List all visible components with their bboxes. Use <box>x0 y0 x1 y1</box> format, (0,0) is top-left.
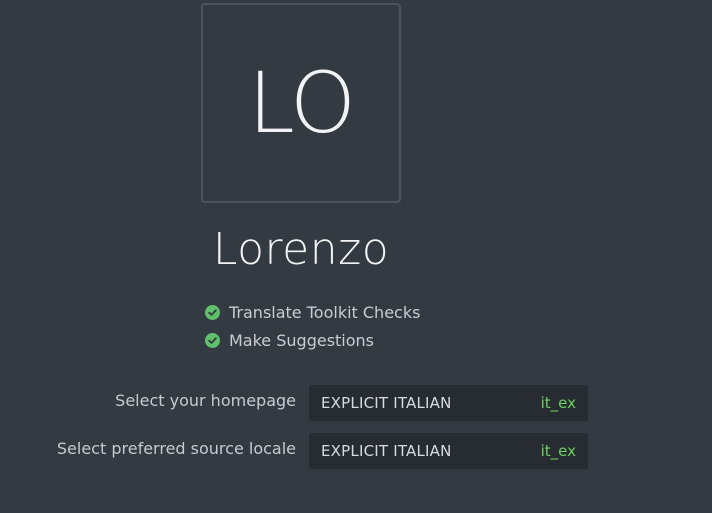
source-locale-setting-row: Select preferred source locale EXPLICIT … <box>0 433 712 469</box>
source-locale-select[interactable]: EXPLICIT ITALIAN it_ex <box>309 433 588 469</box>
source-locale-select-code: it_ex <box>540 442 576 460</box>
permission-item: Translate Toolkit Checks <box>205 298 465 326</box>
avatar-initials: LO <box>248 54 356 152</box>
permission-label: Make Suggestions <box>229 330 375 350</box>
source-locale-select-value: EXPLICIT ITALIAN <box>321 442 452 460</box>
check-circle-icon <box>205 304 220 320</box>
homepage-setting-row: Select your homepage EXPLICIT ITALIAN it… <box>0 385 712 421</box>
homepage-select-value: EXPLICIT ITALIAN <box>321 394 452 412</box>
permissions-list: Translate Toolkit Checks Make Suggestion… <box>205 298 465 354</box>
homepage-label: Select your homepage <box>115 391 296 410</box>
user-profile-page: LO Lorenzo Translate Toolkit Checks Make… <box>0 0 712 513</box>
permission-label: Translate Toolkit Checks <box>229 302 421 322</box>
avatar: LO <box>201 3 401 203</box>
check-circle-icon <box>205 332 220 348</box>
homepage-select-code: it_ex <box>540 394 576 412</box>
user-display-name: Lorenzo <box>212 224 390 275</box>
permission-item: Make Suggestions <box>205 326 465 354</box>
source-locale-label: Select preferred source locale <box>56 439 296 458</box>
homepage-select[interactable]: EXPLICIT ITALIAN it_ex <box>309 385 588 421</box>
